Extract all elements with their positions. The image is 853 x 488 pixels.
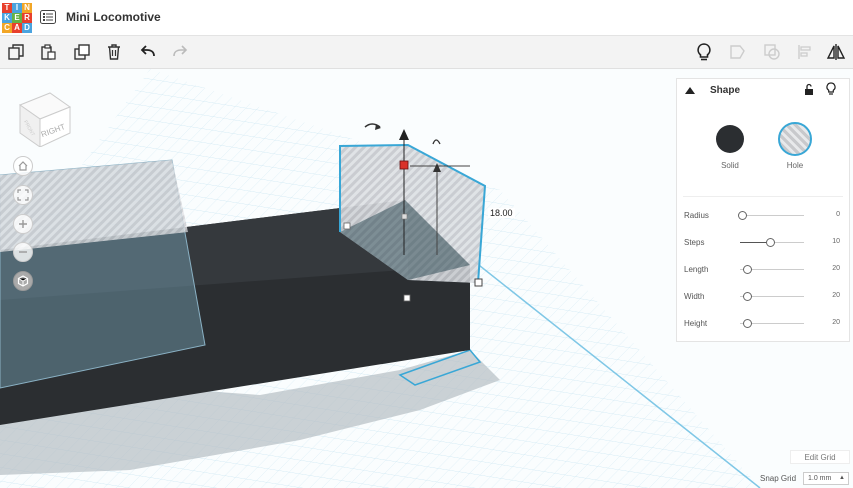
- logo-letter: E: [12, 13, 22, 23]
- param-label: Steps: [684, 238, 705, 247]
- zoom-in-icon[interactable]: [13, 214, 33, 234]
- param-slider-knob[interactable]: [738, 211, 747, 220]
- param-label: Height: [684, 319, 708, 328]
- rotate-handle-icon[interactable]: [432, 139, 441, 145]
- param-value[interactable]: 20: [832, 292, 840, 299]
- param-slider-knob[interactable]: [743, 265, 752, 274]
- snap-grid-label: Snap Grid: [760, 474, 797, 483]
- logo-letter: I: [12, 3, 22, 13]
- panel-divider: [683, 196, 843, 197]
- zoom-out-icon[interactable]: [13, 242, 33, 262]
- param-value[interactable]: 20: [832, 265, 840, 272]
- logo-letter: C: [2, 23, 12, 33]
- param-slider-knob[interactable]: [743, 319, 752, 328]
- logo-letter: A: [12, 23, 22, 33]
- collapse-icon[interactable]: [685, 87, 695, 94]
- corner-handle[interactable]: [474, 278, 483, 287]
- fit-view-icon[interactable]: [13, 185, 33, 205]
- home-view-icon[interactable]: [13, 156, 33, 176]
- param-width: Width 20: [684, 290, 844, 304]
- copy-icon[interactable]: [6, 42, 26, 62]
- dimension-input[interactable]: 18.00: [488, 208, 515, 218]
- lightbulb-icon[interactable]: [694, 42, 714, 62]
- view-cube[interactable]: RIGHT FRONT: [14, 85, 76, 147]
- design-list-icon[interactable]: [40, 10, 56, 24]
- param-steps: Steps 10: [684, 236, 844, 250]
- height-handle[interactable]: [399, 160, 409, 170]
- visibility-bulb-icon[interactable]: [826, 82, 836, 96]
- param-length: Length 20: [684, 263, 844, 277]
- param-slider-knob[interactable]: [766, 238, 775, 247]
- param-value[interactable]: 10: [832, 238, 840, 245]
- solid-label: Solid: [721, 161, 739, 170]
- trash-icon[interactable]: [104, 42, 124, 62]
- param-label: Radius: [684, 211, 709, 220]
- panel-header: Shape: [677, 79, 849, 103]
- group-icon[interactable]: [728, 42, 748, 62]
- snap-grid-value: 1.0 mm: [808, 475, 832, 482]
- hole-button[interactable]: [778, 122, 812, 156]
- hole-label: Hole: [786, 161, 804, 170]
- lock-icon[interactable]: [804, 83, 814, 96]
- logo-letter: T: [2, 3, 12, 13]
- param-value[interactable]: 20: [832, 319, 840, 326]
- tinkercad-logo[interactable]: T I N K E R C A D: [2, 3, 32, 33]
- edit-grid-button[interactable]: Edit Grid: [790, 450, 850, 464]
- mirror-icon[interactable]: [826, 42, 846, 62]
- param-slider-knob[interactable]: [743, 292, 752, 301]
- toolbar: [0, 36, 853, 69]
- side-handle[interactable]: [401, 213, 408, 220]
- paste-icon[interactable]: [38, 42, 58, 62]
- param-label: Length: [684, 265, 709, 274]
- logo-letter: D: [22, 23, 32, 33]
- corner-handle[interactable]: [343, 222, 351, 230]
- param-slider-fill: [740, 242, 767, 243]
- param-height: Height 20: [684, 317, 844, 331]
- logo-letter: R: [22, 13, 32, 23]
- redo-icon[interactable]: [170, 42, 190, 62]
- param-value[interactable]: 0: [836, 211, 840, 218]
- panel-title: Shape: [710, 85, 741, 96]
- ungroup-icon[interactable]: [762, 42, 782, 62]
- shape-inspector-panel: Shape Solid Hole Radius 0 Steps 10 Lengt…: [676, 78, 850, 342]
- logo-letter: N: [22, 3, 32, 13]
- perspective-icon[interactable]: [13, 271, 33, 291]
- param-radius: Radius 0: [684, 209, 844, 223]
- logo-letter: K: [2, 13, 12, 23]
- chevron-up-icon: ▲: [839, 475, 845, 481]
- param-slider-track[interactable]: [740, 215, 804, 216]
- top-bar: T I N K E R C A D Mini Locomotive: [0, 0, 853, 36]
- align-icon[interactable]: [795, 42, 815, 62]
- design-title[interactable]: Mini Locomotive: [66, 10, 161, 24]
- param-label: Width: [684, 292, 705, 301]
- corner-handle[interactable]: [403, 294, 411, 302]
- lift-arrow-icon[interactable]: [399, 129, 409, 140]
- solid-color-button[interactable]: [716, 125, 744, 153]
- undo-icon[interactable]: [138, 42, 158, 62]
- duplicate-icon[interactable]: [72, 42, 92, 62]
- snap-grid-select[interactable]: 1.0 mm ▲: [803, 472, 849, 485]
